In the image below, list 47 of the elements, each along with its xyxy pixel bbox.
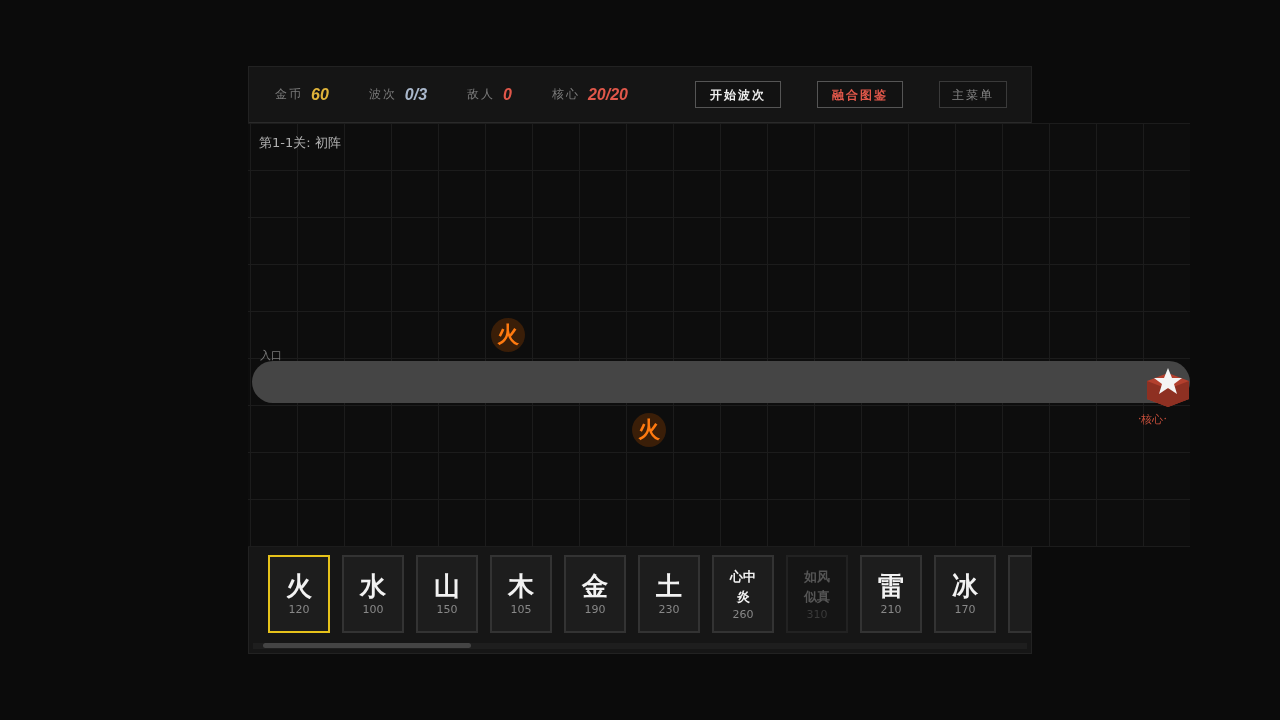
card-glyph: 火 — [286, 572, 312, 601]
card-glyph: 木 — [508, 572, 534, 601]
tower-card[interactable]: 雷 210 — [860, 555, 922, 633]
card-glyph: 山 — [434, 572, 460, 601]
card-cost: 100 — [362, 602, 384, 616]
card-cost: 210 — [880, 602, 902, 616]
fire-tower[interactable]: 火 — [491, 318, 525, 352]
card-glyph: 土 — [656, 572, 682, 601]
menu-button[interactable]: 融合图鉴 — [817, 81, 903, 108]
card-glyph: 雷 — [878, 572, 904, 601]
card-glyph: 金 — [582, 572, 608, 601]
stat-value: 60 — [311, 85, 329, 104]
core-label: ·核心· — [1138, 412, 1167, 427]
stat-label: 敌人 — [467, 86, 496, 103]
card-cost: 260 — [732, 608, 754, 621]
tower-card[interactable]: 木 105 — [490, 555, 552, 633]
tower-card[interactable]: 土 230 — [638, 555, 700, 633]
star-crate-icon — [1147, 367, 1189, 407]
tower-card[interactable]: 火 120 — [268, 555, 330, 633]
card-cost: 170 — [954, 602, 976, 616]
menu-button[interactable]: 主菜单 — [939, 81, 1007, 108]
card-glyph: 心中炎 — [728, 568, 757, 606]
card-cost: 190 — [584, 602, 606, 616]
stat-label: 金币 — [275, 86, 303, 103]
scrollbar[interactable] — [253, 643, 1027, 649]
stat-value: 0 — [503, 85, 512, 104]
stat-label: 波次 — [368, 86, 397, 103]
level-title: 第1-1关: 初阵 — [259, 134, 341, 152]
card-glyph: 冰 — [952, 572, 978, 601]
card-glyph: 水 — [360, 572, 386, 601]
tower-card[interactable]: 金 190 — [564, 555, 626, 633]
card-cost: 120 — [288, 602, 310, 616]
card-glyph: 如风似真 — [802, 568, 831, 606]
fire-tower[interactable]: 火 — [632, 413, 666, 447]
card-cost: 230 — [658, 602, 680, 616]
tower-card[interactable]: 山 150 — [416, 555, 478, 633]
stat-value: 20/20 — [587, 85, 628, 104]
stat-value: 0/3 — [404, 85, 428, 104]
tower-card[interactable]: 水 100 — [342, 555, 404, 633]
card-cost: 150 — [436, 602, 458, 616]
card-cost: 105 — [510, 602, 532, 616]
tower-card[interactable] — [1008, 555, 1031, 633]
stat-label: 核心 — [551, 86, 580, 103]
entry-label: 入口 — [260, 348, 282, 363]
tower-card[interactable]: 冰 170 — [934, 555, 996, 633]
menu-button[interactable]: 开始波次 — [695, 81, 781, 108]
tower-card[interactable]: 心中炎 260 — [712, 555, 774, 633]
